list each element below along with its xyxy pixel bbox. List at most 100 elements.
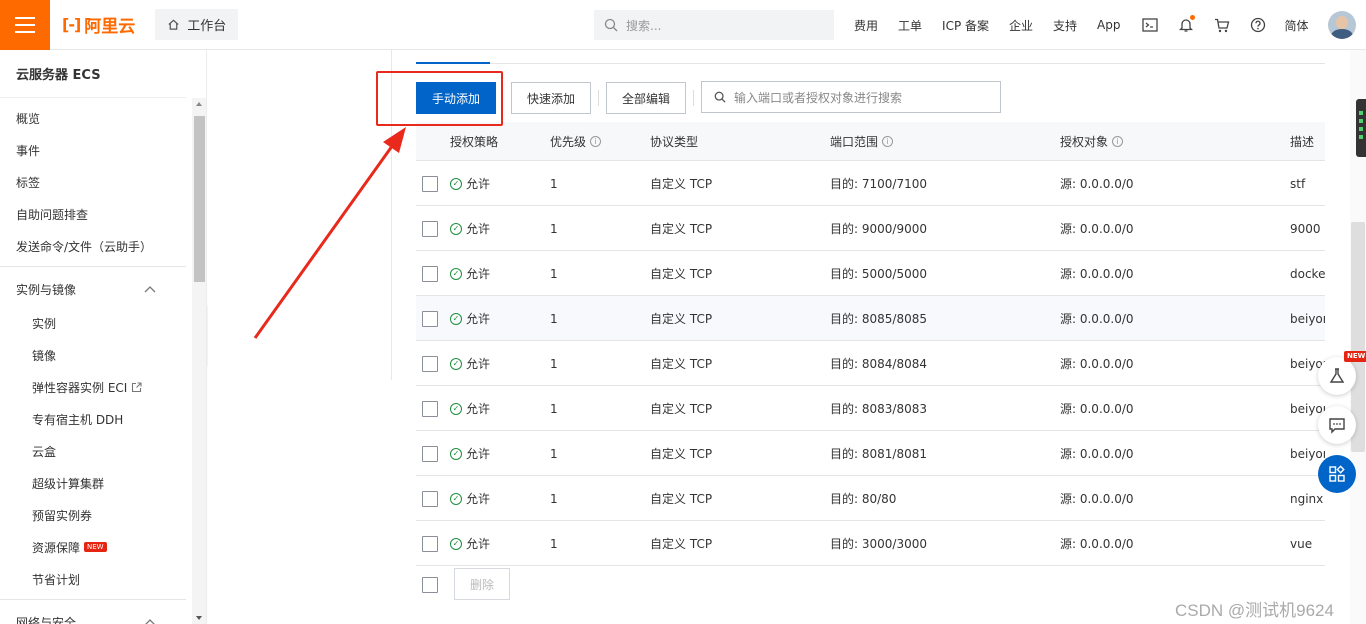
sidebar-item-cloudbox[interactable]: 云盒 [0, 435, 206, 467]
nav-app[interactable]: App [1097, 18, 1120, 32]
table-row: ✓ 允许 1 自定义 TCP 目的: 8083/8083 源: 0.0.0.0/0 beiy… [416, 386, 1325, 431]
terminal-icon[interactable] [1141, 16, 1159, 34]
scroll-down-icon[interactable] [196, 616, 202, 620]
cell-description: docker [1290, 266, 1325, 281]
cell-source: 源: 0.0.0.0/0 [1060, 537, 1134, 551]
nav-icp[interactable]: ICP 备案 [942, 17, 989, 34]
header-policy: 授权策略 [450, 135, 499, 149]
cell-source: 源: 0.0.0.0/0 [1060, 312, 1134, 326]
sidebar-group-network[interactable]: 网络与安全 [0, 604, 186, 624]
cart-icon[interactable] [1213, 16, 1231, 34]
info-icon[interactable]: i [1112, 136, 1124, 147]
cell-priority: 1 [550, 221, 558, 236]
header-priority: 优先级 i [550, 122, 602, 161]
global-search-input[interactable]: 搜索... [594, 10, 834, 40]
select-all-checkbox[interactable] [422, 577, 438, 593]
sidebar-item-savings-plan[interactable]: 节省计划 [0, 563, 206, 595]
cell-policy: ✓ 允许 [450, 521, 490, 566]
info-icon[interactable]: i [590, 136, 602, 147]
nav-enterprise[interactable]: 企业 [1009, 17, 1033, 34]
nav-fees[interactable]: 费用 [854, 17, 878, 34]
cell-policy: ✓ 允许 [450, 431, 490, 476]
scrollbar-thumb[interactable] [194, 116, 205, 282]
cell-protocol: 自定义 TCP [650, 222, 713, 236]
sidebar-item-tags[interactable]: 标签 [0, 166, 206, 198]
nav-support[interactable]: 支持 [1053, 17, 1077, 34]
cell-priority: 1 [550, 311, 558, 326]
sidebar-item-image[interactable]: 镜像 [0, 339, 206, 371]
workbench-button[interactable]: 工作台 [155, 9, 239, 40]
cell-protocol: 自定义 TCP [650, 177, 713, 191]
sidebar-item-eci[interactable]: 弹性容器实例 ECI [0, 371, 206, 403]
help-icon[interactable] [1249, 16, 1267, 34]
sidebar: 云服务器 ECS 概览 事件 标签 自助问题排查 发送命令/文件（云助手） 实例… [0, 50, 207, 624]
cell-policy: ✓ 允许 [450, 296, 490, 341]
cell-description: 9000 [1290, 221, 1321, 236]
rule-search-placeholder: 输入端口或者授权对象进行搜索 [734, 90, 903, 105]
row-checkbox[interactable] [422, 265, 438, 282]
toolbar-separator [693, 90, 694, 106]
quick-add-button[interactable]: 快速添加 [511, 82, 591, 114]
sidebar-item-resource-assurance[interactable]: 资源保障 NEW [0, 531, 206, 563]
logo-text: 阿里云 [84, 17, 136, 37]
row-checkbox[interactable] [422, 400, 438, 417]
sidebar-item-cloud-assistant[interactable]: 发送命令/文件（云助手） [0, 230, 206, 262]
row-checkbox[interactable] [422, 445, 438, 462]
cell-priority: 1 [550, 401, 558, 416]
cell-port-range: 目的: 7100/7100 [830, 177, 927, 191]
edit-all-button[interactable]: 全部编辑 [606, 82, 686, 114]
table-row: ✓ 允许 1 自定义 TCP 目的: 80/80 源: 0.0.0.0/0 nginx [416, 476, 1325, 521]
info-icon[interactable]: i [882, 136, 894, 147]
row-checkbox[interactable] [422, 220, 438, 237]
cell-priority: 1 [550, 356, 558, 371]
cell-port-range: 目的: 9000/9000 [830, 222, 927, 236]
cell-source: 源: 0.0.0.0/0 [1060, 402, 1134, 416]
table-row: ✓ 允许 1 自定义 TCP 目的: 7100/7100 源: 0.0.0.0/0 stf [416, 161, 1325, 206]
delete-button[interactable]: 删除 [454, 568, 510, 600]
cell-description: beiyon [1290, 311, 1325, 326]
sidebar-item-events[interactable]: 事件 [0, 134, 206, 166]
table-body: ✓ 允许 1 自定义 TCP 目的: 7100/7100 源: 0.0.0.0/0 stf ✓… [416, 161, 1325, 566]
row-checkbox[interactable] [422, 310, 438, 327]
row-checkbox[interactable] [422, 355, 438, 372]
sidebar-item-instance[interactable]: 实例 [0, 307, 206, 339]
apps-button[interactable] [1318, 455, 1356, 493]
annotation-highlight-box [376, 71, 503, 126]
rule-search-input[interactable]: 输入端口或者授权对象进行搜索 [701, 81, 1001, 113]
sidebar-item-troubleshoot[interactable]: 自助问题排查 [0, 198, 206, 230]
cell-protocol: 自定义 TCP [650, 312, 713, 326]
cell-port-range: 目的: 8081/8081 [830, 447, 927, 461]
sidebar-group-label: 实例与镜像 [16, 282, 77, 297]
bell-icon[interactable] [1177, 15, 1195, 34]
menu-icon[interactable] [0, 0, 50, 50]
language-switch[interactable]: 简体 [1285, 17, 1309, 34]
sidebar-item-reserved-instance[interactable]: 预留实例券 [0, 499, 206, 531]
cell-port-range: 目的: 8083/8083 [830, 402, 927, 416]
sidebar-divider [0, 266, 186, 267]
row-checkbox[interactable] [422, 490, 438, 507]
sidebar-item-hpc-cluster[interactable]: 超级计算集群 [0, 467, 206, 499]
sidebar-item-overview[interactable]: 概览 [0, 102, 206, 134]
check-circle-icon: ✓ [450, 492, 462, 505]
csdn-watermark: CSDN @测试机9624 [1175, 601, 1334, 620]
aliyun-logo[interactable]: [-] 阿里云 [62, 12, 135, 37]
cell-source: 源: 0.0.0.0/0 [1060, 447, 1134, 461]
sidebar-item-ddh[interactable]: 专有宿主机 DDH [0, 403, 206, 435]
user-avatar[interactable] [1328, 11, 1356, 39]
check-circle-icon: ✓ [450, 222, 462, 235]
scroll-up-icon[interactable] [196, 102, 202, 106]
nav-tickets[interactable]: 工单 [898, 17, 922, 34]
sidebar-item-label: 资源保障 [32, 540, 81, 555]
cell-port-range: 目的: 8084/8084 [830, 357, 927, 371]
cell-protocol: 自定义 TCP [650, 492, 713, 506]
performance-widget[interactable] [1356, 99, 1366, 157]
row-checkbox[interactable] [422, 535, 438, 552]
feedback-button[interactable] [1318, 406, 1356, 444]
check-circle-icon: ✓ [450, 267, 462, 280]
row-checkbox[interactable] [422, 175, 438, 192]
sidebar-scrollbar[interactable] [192, 98, 206, 624]
chevron-up-icon [145, 619, 155, 624]
lab-flask-button[interactable] [1318, 357, 1356, 395]
chat-icon [1329, 418, 1345, 434]
sidebar-group-instances[interactable]: 实例与镜像 [0, 271, 186, 307]
